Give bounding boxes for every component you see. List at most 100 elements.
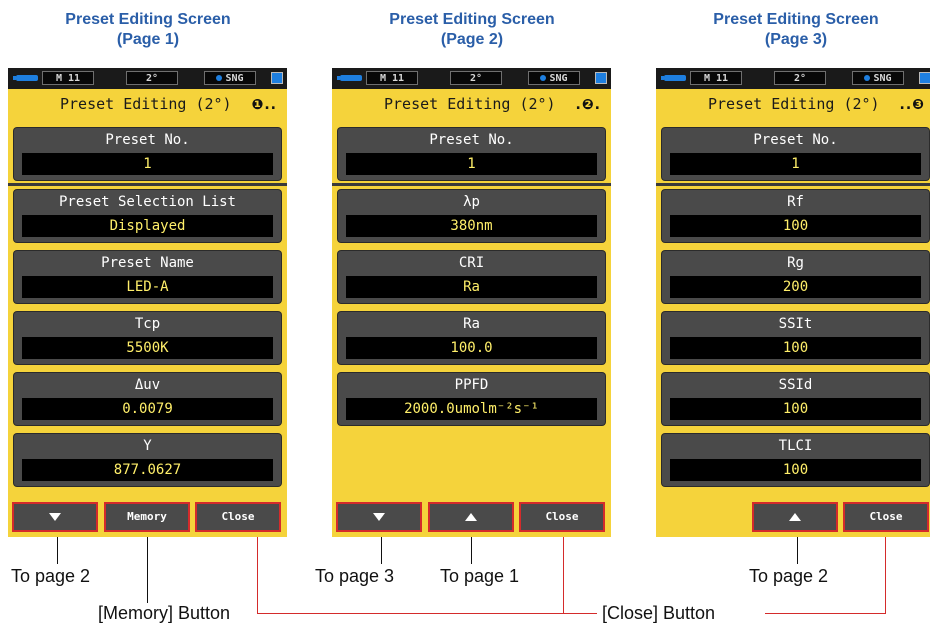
mode-dot-icon — [216, 75, 223, 81]
ssit-field[interactable]: SSIt 100 — [662, 312, 929, 364]
preset-selection-list-field[interactable]: Preset Selection List Displayed — [14, 190, 281, 242]
leader-line — [797, 537, 798, 564]
battery-icon — [13, 75, 38, 81]
page-indicator: ❶.. — [251, 97, 277, 113]
close-connector — [563, 537, 564, 614]
preset-no-field[interactable]: Preset No. 1 — [338, 128, 605, 180]
lock-icon — [271, 72, 283, 84]
caption-line1: Preset Editing Screen — [389, 11, 555, 28]
caption-page3: Preset Editing Screen (Page 3) — [681, 10, 911, 50]
screen-page3: M 11 2° SNG Preset Editing (2°) ..❸ Pres… — [656, 68, 930, 537]
rf-field[interactable]: Rf 100 — [662, 190, 929, 242]
field-value: Ra — [346, 276, 597, 298]
caption-line1: Preset Editing Screen — [713, 11, 879, 28]
field-value: 0.0079 — [22, 398, 273, 420]
memory-indicator: M 11 — [690, 71, 742, 85]
field-value: LED-A — [22, 276, 273, 298]
close-connector — [765, 613, 885, 614]
field-label: TLCI — [778, 438, 813, 454]
caption-line2: (Page 2) — [440, 31, 504, 48]
arrow-down-icon — [49, 513, 61, 521]
callout-close-button: [Close] Button — [602, 603, 716, 623]
field-value: 100 — [670, 459, 921, 481]
field-label: Δuv — [134, 377, 161, 393]
divider — [8, 183, 287, 186]
caption-page1: Preset Editing Screen (Page 1) — [33, 10, 263, 50]
ssid-field[interactable]: SSId 100 — [662, 373, 929, 425]
screen-title: Preset Editing (2°) — [60, 95, 232, 113]
divider — [332, 183, 611, 186]
ra-field[interactable]: Ra 100.0 — [338, 312, 605, 364]
close-button[interactable]: Close — [843, 502, 929, 532]
preset-no-field[interactable]: Preset No. 1 — [662, 128, 929, 180]
page-up-button[interactable] — [752, 502, 838, 532]
tlci-field[interactable]: TLCI 100 — [662, 434, 929, 486]
callout-to-page2: To page 2 — [11, 566, 91, 586]
callout-to-page2-b: To page 2 — [749, 566, 829, 586]
field-label: Y — [143, 438, 152, 454]
arrow-down-icon — [373, 513, 385, 521]
duv-field[interactable]: Δuv 0.0079 — [14, 373, 281, 425]
field-label: Preset No. — [753, 132, 838, 148]
battery-icon — [337, 75, 362, 81]
field-value: 200 — [670, 276, 921, 298]
tcp-field[interactable]: Tcp 5500K — [14, 312, 281, 364]
field-label: Preset Selection List — [58, 194, 236, 210]
field-label: Rf — [787, 194, 804, 210]
field-value: 877.0627 — [22, 459, 273, 481]
y-field[interactable]: Y 877.0627 — [14, 434, 281, 486]
page-down-button[interactable] — [336, 502, 422, 532]
field-value: 2000.0umolm⁻²s⁻¹ — [346, 398, 597, 420]
screen-page1: M 11 2° SNG Preset Editing (2°) ❶.. Pres… — [8, 68, 287, 537]
angle-indicator: 2° — [774, 71, 826, 85]
leader-line — [147, 537, 148, 603]
field-label: PPFD — [454, 377, 489, 393]
close-button[interactable]: Close — [195, 502, 281, 532]
caption-page2: Preset Editing Screen (Page 2) — [357, 10, 587, 50]
leader-line — [471, 537, 472, 564]
callout-to-page3: To page 3 — [315, 566, 395, 586]
field-label: CRI — [458, 255, 485, 271]
lock-icon — [595, 72, 607, 84]
preset-name-field[interactable]: Preset Name LED-A — [14, 251, 281, 303]
field-label: SSIt — [778, 316, 813, 332]
battery-icon — [661, 75, 686, 81]
ppfd-field[interactable]: PPFD 2000.0umolm⁻²s⁻¹ — [338, 373, 605, 425]
page-indicator: .❷. — [575, 97, 601, 113]
field-value: 100 — [670, 215, 921, 237]
callout-to-page1: To page 1 — [440, 566, 520, 586]
mode-dot-icon — [540, 75, 547, 81]
memory-button[interactable]: Memory — [104, 502, 190, 532]
close-connector — [257, 537, 258, 614]
field-label: Preset Name — [101, 255, 194, 271]
memory-indicator: M 11 — [42, 71, 94, 85]
page-down-button[interactable] — [12, 502, 98, 532]
close-connector — [885, 537, 886, 614]
page-up-button[interactable] — [428, 502, 514, 532]
rg-field[interactable]: Rg 200 — [662, 251, 929, 303]
caption-line2: (Page 3) — [764, 31, 828, 48]
close-button[interactable]: Close — [519, 502, 605, 532]
mode-indicator: SNG — [204, 71, 256, 85]
memory-indicator: M 11 — [366, 71, 418, 85]
mode-dot-icon — [864, 75, 871, 81]
screen-page2: M 11 2° SNG Preset Editing (2°) .❷. Pres… — [332, 68, 611, 537]
field-value: Displayed — [22, 215, 273, 237]
lambda-p-field[interactable]: λp 380nm — [338, 190, 605, 242]
field-value: 1 — [670, 153, 921, 175]
field-label: λp — [463, 194, 480, 210]
field-value: 100 — [670, 337, 921, 359]
screen-title: Preset Editing (2°) — [708, 95, 880, 113]
field-label: SSId — [778, 377, 813, 393]
field-label: Preset No. — [105, 132, 190, 148]
screen-title: Preset Editing (2°) — [384, 95, 556, 113]
leader-line — [381, 537, 382, 564]
angle-indicator: 2° — [450, 71, 502, 85]
field-value: 380nm — [346, 215, 597, 237]
preset-no-field[interactable]: Preset No. 1 — [14, 128, 281, 180]
divider — [656, 183, 930, 186]
status-bar: M 11 2° SNG — [332, 68, 611, 89]
arrow-up-icon — [789, 513, 801, 521]
lock-icon — [919, 72, 930, 84]
cri-field[interactable]: CRI Ra — [338, 251, 605, 303]
